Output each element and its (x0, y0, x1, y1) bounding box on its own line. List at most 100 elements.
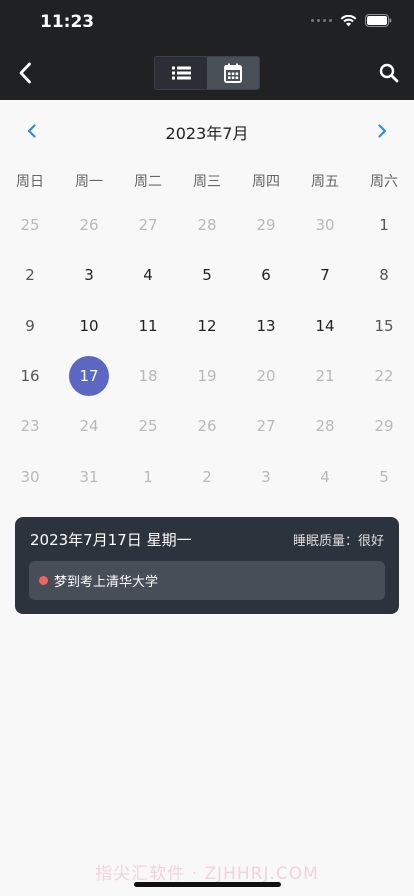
day-number: 30 (315, 216, 335, 235)
calendar-day[interactable]: 2 (1, 250, 60, 300)
back-button[interactable] (10, 58, 40, 88)
calendar-day[interactable]: 1 (119, 451, 178, 501)
day-number: 9 (25, 316, 35, 335)
calendar-day[interactable]: 25 (119, 401, 178, 451)
calendar-day[interactable]: 15 (355, 301, 414, 351)
day-number: 4 (143, 266, 153, 285)
calendar-day[interactable]: 9 (1, 301, 60, 351)
weekday-label: 周五 (311, 174, 339, 190)
calendar-day[interactable]: 11 (119, 301, 178, 351)
calendar-day[interactable]: 5 (178, 250, 237, 300)
calendar-day[interactable]: 19 (178, 351, 237, 401)
list-icon (171, 66, 191, 80)
day-number: 20 (256, 367, 276, 386)
day-number: 19 (197, 367, 217, 386)
calendar-day[interactable]: 22 (355, 351, 414, 401)
next-month-button[interactable] (370, 119, 394, 143)
calendar-day[interactable]: 18 (119, 351, 178, 401)
calendar-day[interactable]: 4 (296, 451, 355, 501)
dream-entry[interactable]: 梦到考上清华大学 (29, 561, 385, 600)
calendar-day[interactable]: 2 (178, 451, 237, 501)
status-time: 11:23 (40, 12, 95, 32)
day-number: 13 (256, 316, 276, 335)
day-number: 7 (320, 266, 330, 285)
day-number: 21 (315, 367, 335, 386)
calendar-day[interactable]: 7 (296, 250, 355, 300)
weekday-label: 周二 (134, 174, 162, 190)
calendar-day[interactable]: 28 (178, 200, 237, 250)
calendar-day[interactable]: 23 (1, 401, 60, 451)
day-number: 5 (202, 266, 212, 285)
day-number: 15 (374, 316, 394, 335)
home-indicator[interactable] (134, 882, 281, 887)
calendar-day[interactable]: 10 (60, 301, 119, 351)
detail-date: 2023年7月17日 星期一 (30, 531, 192, 549)
day-number: 29 (374, 417, 394, 436)
day-number: 17 (69, 356, 109, 397)
calendar-day[interactable]: 31 (60, 451, 119, 501)
calendar-day[interactable]: 29 (237, 200, 296, 250)
day-number: 5 (379, 467, 389, 486)
watermark: 指尖汇软件 · ZJHHRJ.COM (95, 864, 319, 884)
calendar-day[interactable]: 6 (237, 250, 296, 300)
chevron-right-icon (378, 124, 387, 138)
day-number: 23 (20, 417, 40, 436)
day-number: 30 (20, 467, 40, 486)
calendar-day[interactable]: 26 (60, 200, 119, 250)
calendar-day[interactable]: 24 (60, 401, 119, 451)
day-number: 2 (202, 467, 212, 486)
search-button[interactable] (374, 58, 404, 88)
view-toggle (154, 56, 260, 90)
day-number: 25 (20, 216, 40, 235)
weekday-label: 周日 (16, 174, 44, 190)
calendar-icon (224, 63, 242, 83)
calendar-day[interactable]: 5 (355, 451, 414, 501)
day-number: 1 (143, 467, 153, 486)
day-number: 3 (84, 266, 94, 285)
calendar-day[interactable]: 16 (1, 351, 60, 401)
sleep-quality: 睡眠质量：很好 (292, 534, 384, 549)
day-number: 26 (197, 417, 217, 436)
calendar-day[interactable]: 3 (237, 451, 296, 501)
calendar-day[interactable]: 3 (60, 250, 119, 300)
day-number: 27 (138, 216, 158, 235)
day-detail-card: 2023年7月17日 星期一 睡眠质量：很好 梦到考上清华大学 (15, 517, 399, 614)
calendar-day[interactable]: 27 (237, 401, 296, 451)
calendar-day[interactable]: 30 (1, 451, 60, 501)
day-number: 26 (79, 216, 99, 235)
day-number: 24 (79, 417, 99, 436)
calendar-day[interactable]: 8 (355, 250, 414, 300)
weekday-label: 周一 (75, 174, 103, 190)
day-number: 6 (261, 266, 271, 285)
calendar-view-button[interactable] (207, 57, 259, 89)
day-number: 28 (197, 216, 217, 235)
signal-icon (311, 19, 332, 22)
calendar-day[interactable]: 4 (119, 250, 178, 300)
calendar-day[interactable]: 29 (355, 401, 414, 451)
calendar-day[interactable]: 1 (355, 200, 414, 250)
calendar-day[interactable]: 25 (1, 200, 60, 250)
dream-text: 梦到考上清华大学 (54, 575, 159, 590)
calendar-day[interactable]: 27 (119, 200, 178, 250)
day-number: 8 (379, 266, 389, 285)
day-number: 18 (138, 367, 158, 386)
status-indicators (311, 14, 392, 27)
day-number: 29 (256, 216, 276, 235)
calendar-grid: 25 26 27 28 29 30 1 2 3 4 5 6 7 8 9 10 11 12 13 14 15 16 17 18 1… (0, 200, 414, 502)
calendar-day[interactable]: 30 (296, 200, 355, 250)
weekday-label: 周三 (193, 174, 221, 190)
list-view-button[interactable] (155, 57, 207, 89)
calendar-day[interactable]: 13 (237, 301, 296, 351)
calendar-day[interactable]: 20 (237, 351, 296, 401)
calendar-day[interactable]: 28 (296, 401, 355, 451)
top-bar: 11:23 (0, 0, 414, 100)
calendar-day[interactable]: 12 (178, 301, 237, 351)
calendar-day[interactable]: 14 (296, 301, 355, 351)
battery-icon (365, 14, 392, 27)
wifi-icon (340, 14, 357, 26)
calendar-day-selected[interactable]: 17 (60, 351, 119, 401)
day-number: 3 (261, 467, 271, 486)
calendar-day[interactable]: 26 (178, 401, 237, 451)
search-icon (379, 63, 399, 83)
calendar-day[interactable]: 21 (296, 351, 355, 401)
